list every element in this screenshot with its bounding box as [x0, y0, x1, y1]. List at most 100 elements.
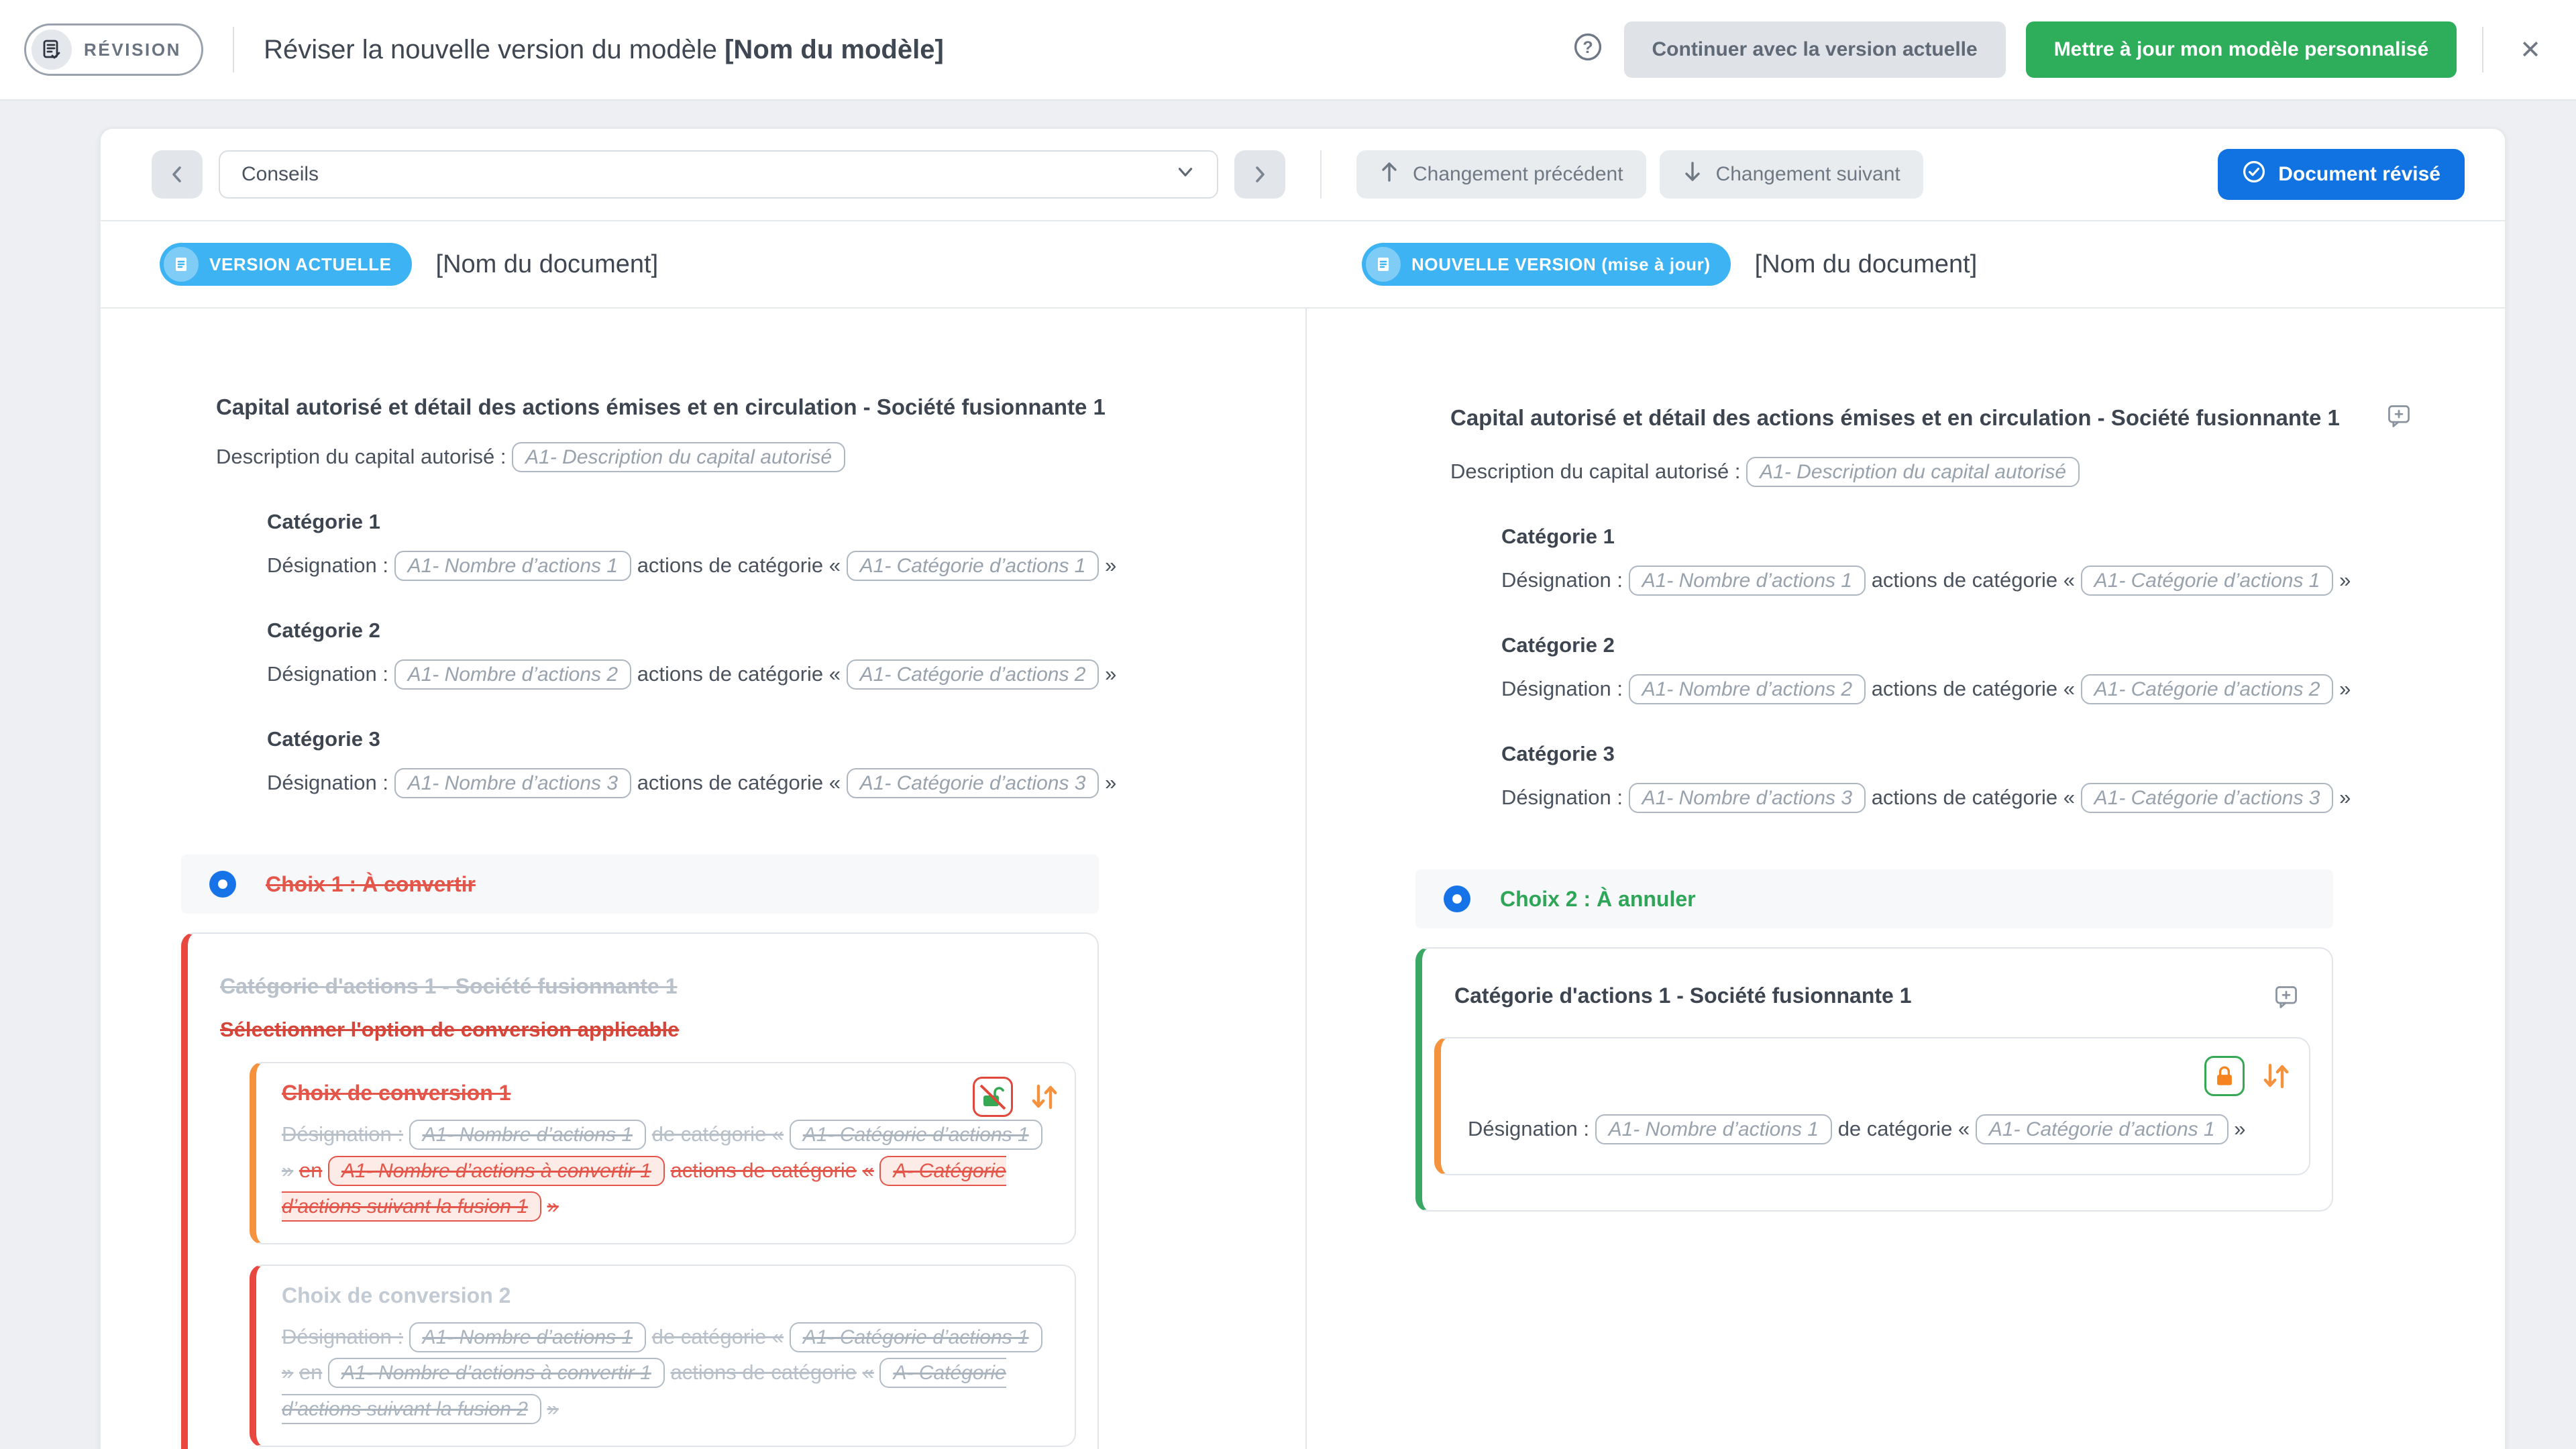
designation-row: Désignation : A1- Nombre d’actions 1 act… — [1501, 559, 2465, 601]
next-change-button[interactable]: Changement suivant — [1660, 150, 1923, 199]
new-version-panel: Capital autorisé et détail des actions é… — [1307, 309, 2505, 1449]
row-text: actions de catégorie « — [1872, 568, 2075, 592]
convert-count-chip-removed: A1- Nombre d’actions à convertir 1 — [328, 1156, 665, 1186]
designation-label: Désignation : — [1501, 677, 1623, 700]
category-title: Catégorie 1 — [1501, 525, 2465, 549]
deleted-text: en — [299, 1159, 322, 1182]
row-text: actions de catégorie « — [637, 553, 841, 577]
comment-add-icon[interactable] — [2385, 402, 2412, 435]
choice-label: Choix 1 : À convertir — [266, 872, 476, 897]
line-text: en — [299, 1360, 322, 1384]
radio-button[interactable] — [1444, 885, 1470, 912]
conversion-option-1: Choix de conversion 1 — [250, 1062, 1076, 1244]
designation-label: Désignation : — [267, 553, 388, 577]
row-close: » — [2339, 568, 2351, 592]
document-revised-label: Document révisé — [2278, 163, 2440, 186]
share-class-chip: A1- Catégorie d’actions 2 — [847, 659, 1099, 690]
previous-change-button[interactable]: Changement précédent — [1356, 150, 1646, 199]
designation-label: Désignation : — [267, 662, 388, 686]
app-header: RÉVISION Réviser la nouvelle version du … — [0, 0, 2576, 101]
current-version-badge-label: VERSION ACTUELLE — [209, 254, 392, 275]
deleted-close-quote: » — [547, 1194, 559, 1218]
navigation-toolbar: Conseils Changement précédent Changemen — [101, 129, 2505, 221]
radio-button[interactable] — [209, 871, 236, 898]
line-text: de catégorie « — [1838, 1117, 1970, 1140]
row-close: » — [1105, 771, 1116, 794]
svg-text:?: ? — [1582, 38, 1593, 57]
share-class-card: Catégorie d'actions 1 - Société fusionna… — [1415, 947, 2333, 1212]
new-version-badge: NOUVELLE VERSION (mise à jour) — [1362, 243, 1731, 286]
arrow-up-icon — [1379, 160, 1399, 189]
line-open-quote: « — [863, 1360, 874, 1384]
choice-label: Choix 2 : À annuler — [1500, 887, 1696, 912]
unlock-slash-icon[interactable] — [973, 1077, 1013, 1117]
designation-row: Désignation : A1- Nombre d’actions 3 act… — [267, 762, 1252, 804]
page-title: Réviser la nouvelle version du modèle [N… — [264, 35, 944, 65]
current-version-header: VERSION ACTUELLE [Nom du document] — [160, 221, 658, 307]
share-count-chip: A1- Nombre d’actions 1 — [394, 551, 631, 581]
share-count-chip: A1- Nombre d’actions 2 — [1629, 674, 1866, 704]
line-close: » — [2234, 1117, 2245, 1140]
share-count-chip: A1- Nombre d’actions 1 — [409, 1120, 646, 1150]
designation-row: Désignation : A1- Nombre d’actions 2 act… — [267, 653, 1252, 695]
section-select-value: Conseils — [241, 163, 319, 186]
share-class-card-removed: Catégorie d'actions 1 - Société fusionna… — [181, 932, 1099, 1449]
designation-label: Désignation : — [282, 1122, 403, 1146]
update-custom-template-button[interactable]: Mettre à jour mon modèle personnalisé — [2026, 21, 2457, 78]
comparison-container: Conseils Changement précédent Changemen — [99, 127, 2506, 1449]
category-block-2: Catégorie 2 Désignation : A1- Nombre d’a… — [267, 619, 1252, 695]
designation-box: Désignation : A1- Nombre d’actions 1 de … — [1434, 1037, 2310, 1175]
designation-label: Désignation : — [267, 771, 388, 794]
card-title: Catégorie d'actions 1 - Société fusionna… — [1454, 983, 1912, 1008]
section-heading-text: Capital autorisé et détail des actions é… — [1450, 405, 2340, 431]
header-actions: ? Continuer avec la version actuelle Met… — [1572, 21, 2553, 78]
share-count-chip: A1- Nombre d’actions 1 — [409, 1322, 646, 1352]
current-document-name: [Nom du document] — [436, 250, 659, 279]
row-text: actions de catégorie « — [637, 662, 841, 686]
previous-change-label: Changement précédent — [1413, 163, 1623, 186]
category-title: Catégorie 1 — [267, 510, 1252, 534]
section-select[interactable]: Conseils — [219, 150, 1218, 199]
line-close: » — [282, 1159, 293, 1182]
revision-compare-screen: RÉVISION Réviser la nouvelle version du … — [0, 0, 2576, 1449]
designation-label: Désignation : — [1501, 786, 1623, 809]
share-class-chip: A1- Catégorie d’actions 1 — [1976, 1114, 2229, 1144]
conversion-option-line: Désignation : A1- Nombre d’actions 1 de … — [282, 1319, 1051, 1427]
document-check-icon — [32, 30, 72, 70]
help-icon[interactable]: ? — [1572, 31, 1604, 68]
next-change-label: Changement suivant — [1716, 163, 1900, 186]
toolbar-divider — [1320, 150, 1322, 199]
sort-arrows-icon[interactable] — [2261, 1060, 2290, 1097]
previous-section-button[interactable] — [152, 150, 203, 199]
convert-count-chip: A1- Nombre d’actions à convertir 1 — [328, 1358, 665, 1388]
share-count-chip: A1- Nombre d’actions 3 — [1629, 783, 1866, 813]
page-title-model: [Nom du modèle] — [724, 35, 944, 64]
sort-arrows-icon[interactable] — [1029, 1081, 1059, 1118]
row-close: » — [2339, 677, 2351, 700]
share-class-chip: A1- Catégorie d’actions 1 — [847, 551, 1099, 581]
description-label: Description du capital autorisé : — [216, 445, 506, 468]
description-placeholder-chip: A1- Description du capital autorisé — [1746, 457, 2080, 487]
line-close: » — [282, 1360, 293, 1384]
choice-option-row: Choix 1 : À convertir — [181, 855, 1099, 914]
new-version-header: NOUVELLE VERSION (mise à jour) [Nom du d… — [1362, 221, 1977, 307]
share-class-chip: A1- Catégorie d’actions 1 — [2081, 566, 2334, 596]
line-text: de catégorie « — [652, 1122, 784, 1146]
comment-add-icon[interactable] — [2273, 983, 2300, 1016]
next-section-button[interactable] — [1234, 150, 1285, 199]
category-block-1: Catégorie 1 Désignation : A1- Nombre d’a… — [267, 510, 1252, 586]
line-text: actions de catégorie — [670, 1360, 856, 1384]
section-heading: Capital autorisé et détail des actions é… — [1450, 405, 2465, 435]
close-icon[interactable]: ✕ — [2509, 35, 2552, 65]
conversion-option-2: Choix de conversion 2 Désignation : A1- … — [250, 1265, 1076, 1447]
page-title-text: Réviser la nouvelle version du modèle — [264, 35, 717, 64]
designation-row: Désignation : A1- Nombre d’actions 2 act… — [1501, 668, 2465, 710]
conversion-option-title: Choix de conversion 1 — [282, 1081, 1051, 1106]
header-divider — [233, 27, 234, 72]
section-heading: Capital autorisé et détail des actions é… — [216, 394, 1252, 420]
document-revised-button[interactable]: Document révisé — [2218, 149, 2465, 200]
conversion-option-title: Choix de conversion 2 — [282, 1283, 1051, 1308]
lock-icon[interactable] — [2204, 1056, 2245, 1096]
continue-current-version-button[interactable]: Continuer avec la version actuelle — [1624, 21, 2006, 78]
choice-option-row: Choix 2 : À annuler — [1415, 869, 2333, 928]
